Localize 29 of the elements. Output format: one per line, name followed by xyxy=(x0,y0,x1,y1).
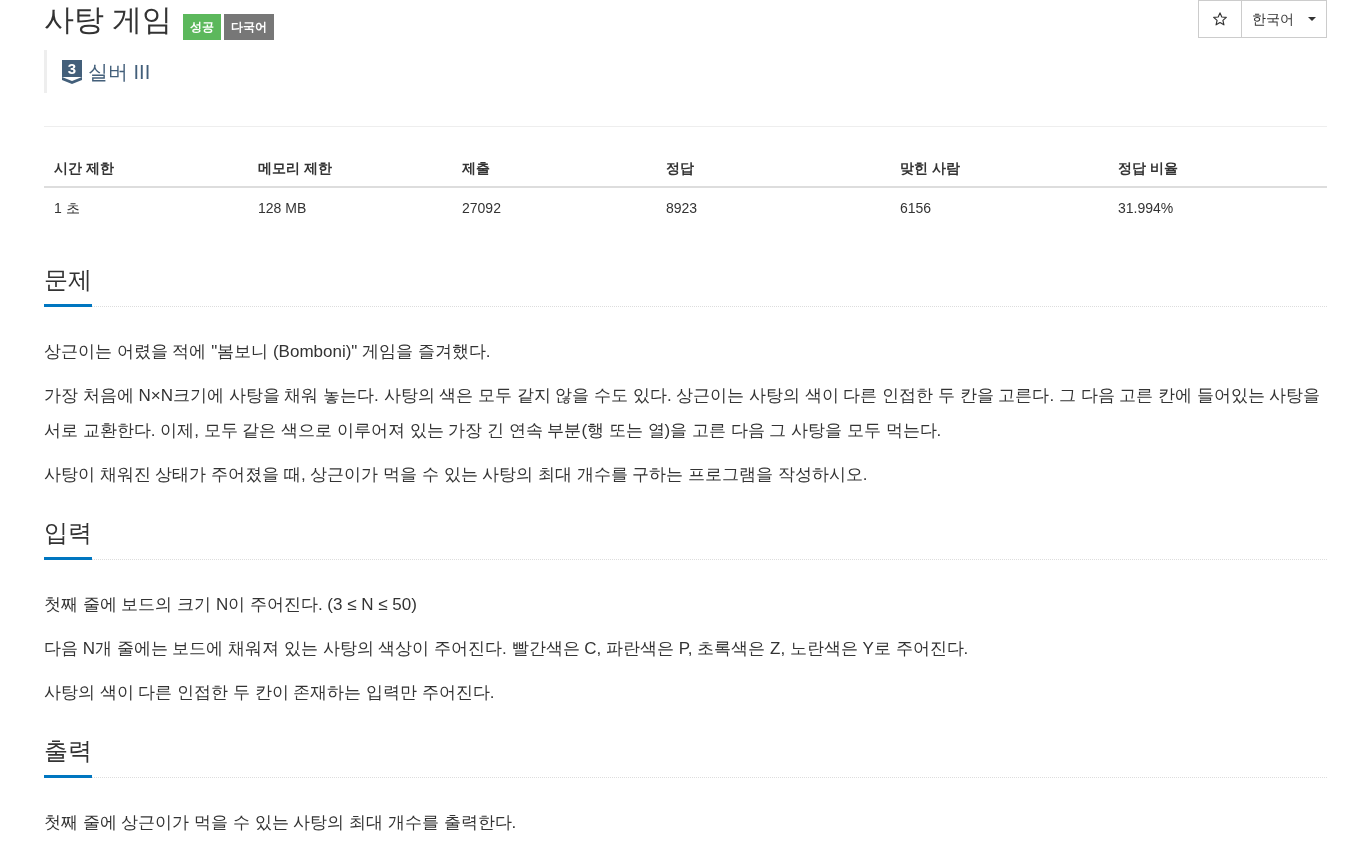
paragraph: 사탕이 채워진 상태가 주어졌을 때, 상근이가 먹을 수 있는 사탕의 최대 개수를 구하는 프로그램을 작성하시오. xyxy=(44,464,869,486)
table-cell-text: 27092 xyxy=(461,199,502,218)
status-label: 다국어 xyxy=(224,14,275,40)
column-header: 정답 비율 xyxy=(1117,159,1179,178)
star-button[interactable] xyxy=(1198,0,1242,38)
paragraph: 사탕의 색이 다른 인접한 두 칸이 존재하는 입력만 주어진다. xyxy=(44,682,496,704)
paragraph: 상근이는 어렸을 적에 "봄보니 (Bomboni)" 게임을 즐겨했다. xyxy=(44,341,492,363)
column-header: 시간 제한 xyxy=(53,159,115,178)
table-cell-text: 128 MB xyxy=(257,199,308,218)
section-heading: 입력 xyxy=(44,517,92,560)
section-heading: 문제 xyxy=(44,264,92,307)
table-cell-text: 6156 xyxy=(899,199,933,218)
problem-title: 사탕 게임 xyxy=(44,2,173,38)
table-cell-text: 8923 xyxy=(665,199,699,218)
paragraph: 첫째 줄에 상근이가 먹을 수 있는 사탕의 최대 개수를 출력한다. xyxy=(44,812,518,834)
section-heading: 출력 xyxy=(44,735,92,778)
status-label: 성공 xyxy=(183,14,222,40)
caret-icon xyxy=(1308,17,1316,21)
language-dropdown[interactable]: 한국어 xyxy=(1242,0,1327,38)
column-header: 정답 xyxy=(665,159,695,178)
paragraph: 첫째 줄에 보드의 크기 N이 주어진다. (3 ≤ N ≤ 50) xyxy=(44,594,418,616)
paragraph: 가장 처음에 N×N크기에 사탕을 채워 놓는다. 사탕의 색은 모두 같지 않을 수도 있다. 상근이는 사탕의 색이 다른 인접한 두 칸을 고른다. 그 다음 고른 칸에 들어있는 사탕을 서로 교환한다. 이제, 모두 같은 색으로 이루어져 있는 가장 긴 연속 부분(행 또는 열)을 고른 다음 그 사탕을 모두 먹는다. xyxy=(44,385,1322,442)
table-cell-text: 31.994% xyxy=(1117,199,1175,218)
paragraph: 다음 N개 줄에는 보드에 채워져 있는 사탕의 색상이 주어진다. 빨간색은 C, 파란색은 P, 초록색은 Z, 노란색은 Y로 주어진다. xyxy=(44,638,970,660)
column-header: 제출 xyxy=(461,159,491,178)
column-header: 맞힌 사람 xyxy=(899,159,961,178)
tier-name: 실버 III xyxy=(88,59,151,84)
table-cell-text: 1 초 xyxy=(53,199,81,218)
column-header: 메모리 제한 xyxy=(257,159,333,178)
